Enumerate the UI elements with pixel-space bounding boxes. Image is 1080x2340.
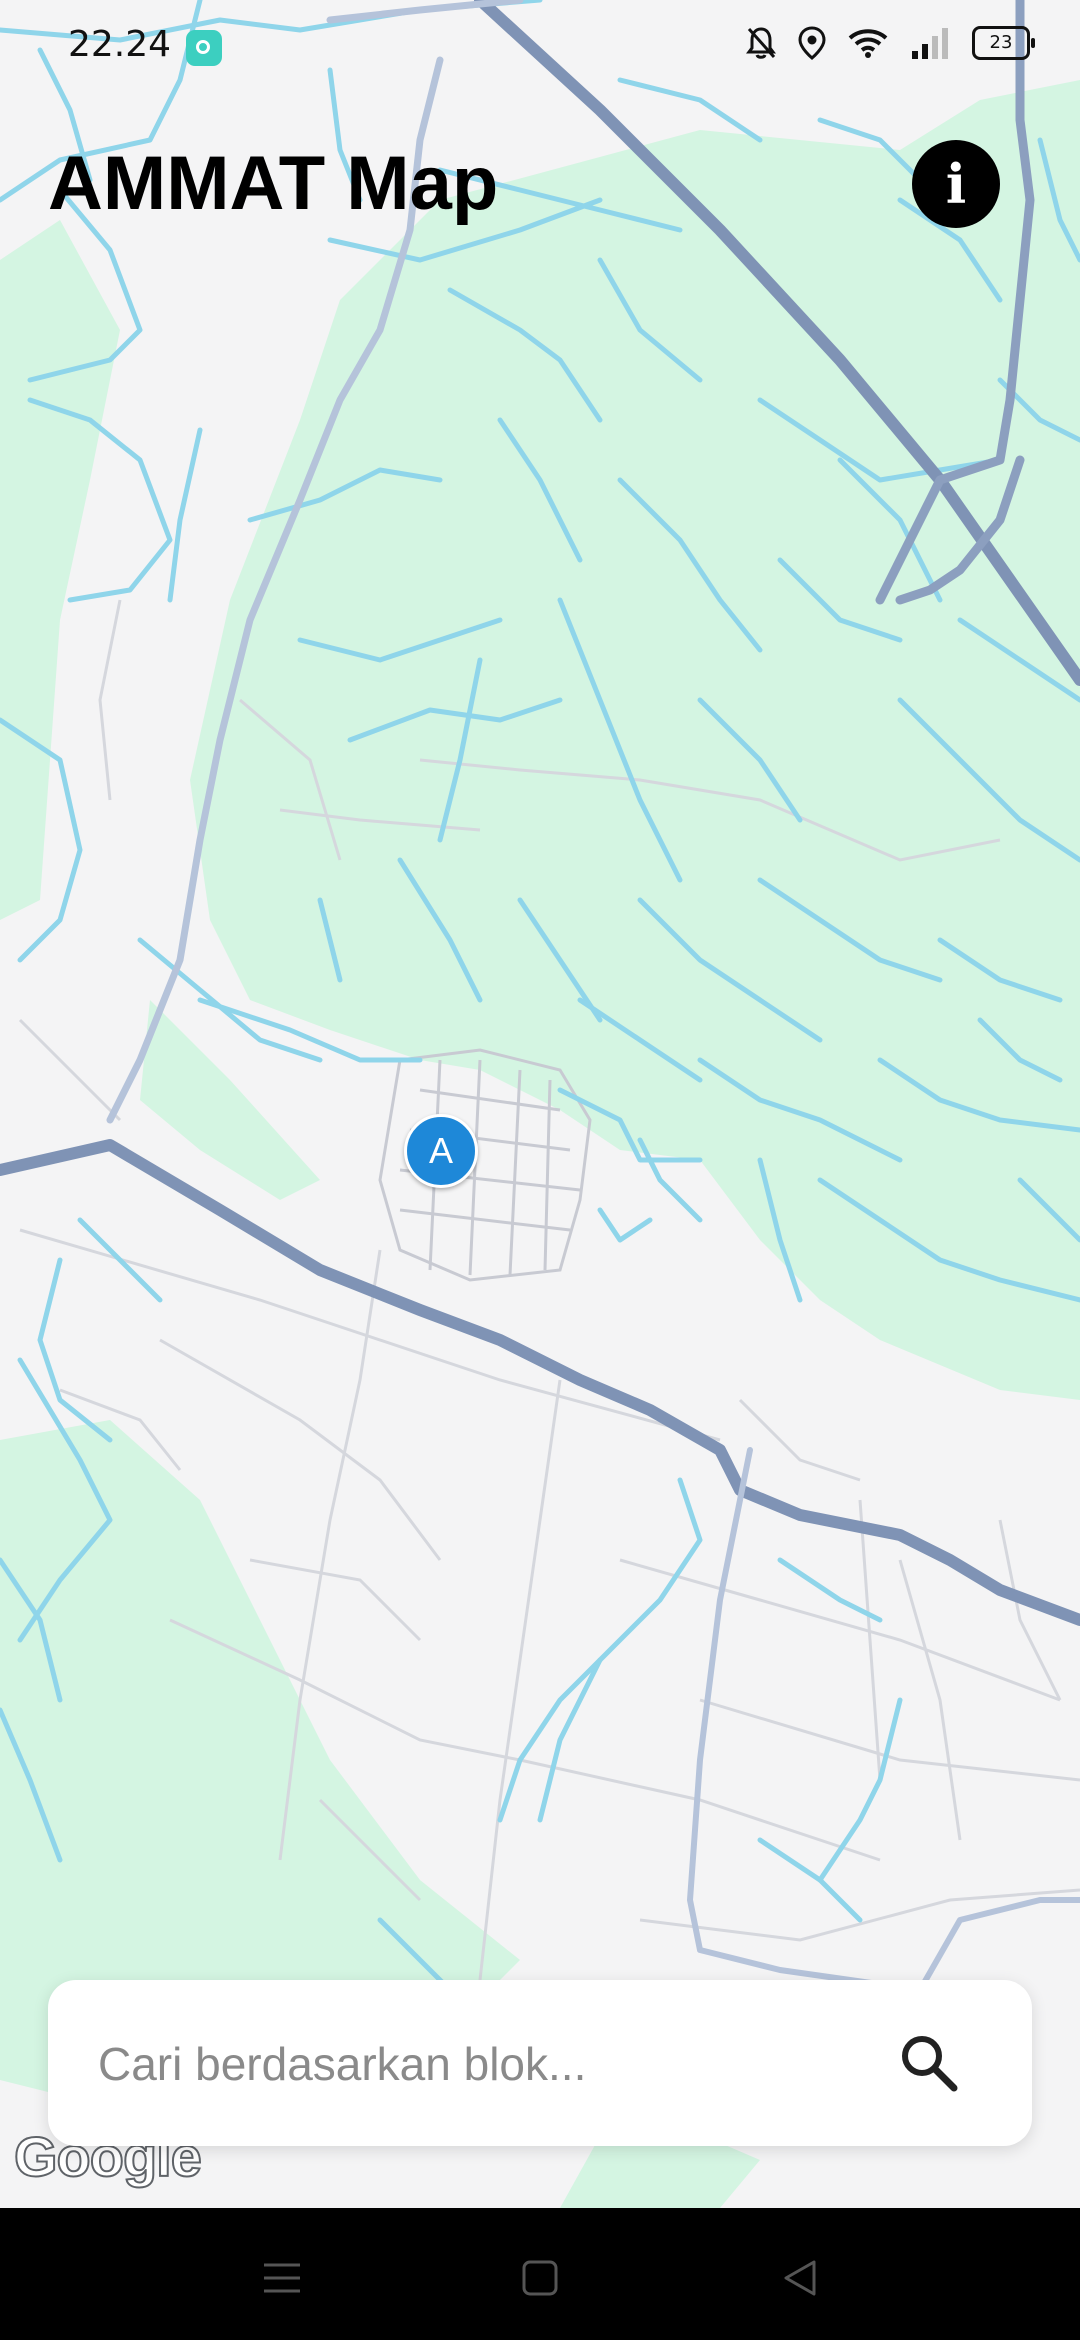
menu-icon: [264, 2263, 300, 2293]
info-icon: i: [945, 152, 967, 216]
app-notification-icon: [186, 30, 222, 66]
signal-icon: [912, 28, 948, 59]
navigation-bar: [0, 2208, 1080, 2340]
status-icons: 23: [746, 26, 1035, 60]
info-button[interactable]: i: [912, 140, 1000, 228]
map-marker-a[interactable]: A: [404, 1114, 478, 1188]
search-bar: [48, 1980, 1032, 2146]
back-icon: [784, 2260, 816, 2296]
home-button[interactable]: [510, 2248, 570, 2308]
menu-button[interactable]: [252, 2248, 312, 2308]
location-icon: [798, 26, 826, 60]
map-view[interactable]: [0, 0, 1080, 2208]
page-title: AMMAT Map: [48, 141, 499, 226]
status-time: 22.24: [68, 24, 172, 65]
search-input[interactable]: [96, 2024, 860, 2104]
mute-bell-icon: [746, 27, 776, 59]
home-icon: [522, 2260, 558, 2296]
status-bar: 22.24 23: [0, 0, 1080, 96]
battery-icon: 23: [972, 26, 1035, 60]
search-icon[interactable]: [896, 2030, 962, 2096]
wifi-icon: [848, 29, 888, 58]
back-button[interactable]: [770, 2248, 830, 2308]
